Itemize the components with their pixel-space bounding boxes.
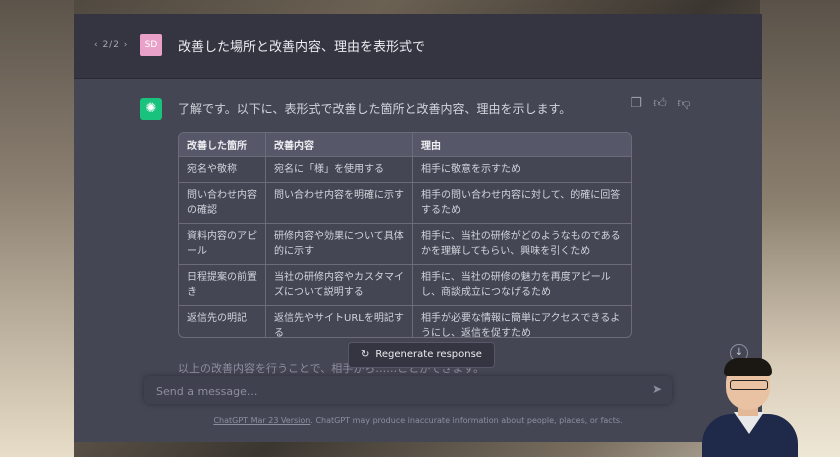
- presenter-glasses: [730, 380, 768, 390]
- presenter-hair: [724, 358, 772, 376]
- table-cell: 問い合わせ内容の確認: [179, 182, 266, 224]
- message-actions: ❐ 👍︎ 👎︎: [628, 96, 692, 111]
- table-cell: 問い合わせ内容を明確に示す: [265, 182, 413, 224]
- improvement-table: 改善した箇所 改善内容 理由 宛名や敬称 宛名に「様」を使用する 相手に敬意を示…: [178, 132, 632, 338]
- message-input[interactable]: [154, 380, 638, 402]
- table-cell: 返信先の明記: [179, 305, 266, 337]
- presenter-webcam: [694, 352, 800, 457]
- table-cell: 返信先やサイトURLを明記する: [265, 305, 413, 337]
- table-header-row: 改善した箇所 改善内容 理由: [179, 133, 631, 157]
- table-header: 理由: [412, 133, 631, 157]
- table-row: 日程提案の前置き 当社の研修内容やカスタマイズについて説明する 相手に、当社の研…: [179, 264, 631, 306]
- table-cell: 当社の研修内容やカスタマイズについて説明する: [265, 264, 413, 306]
- table-row: 返信先の明記 返信先やサイトURLを明記する 相手が必要な情報に簡単にアクセスで…: [179, 305, 631, 337]
- message-composer: ➤: [144, 376, 672, 404]
- clipboard-icon[interactable]: ❐: [628, 96, 644, 111]
- table-row: 宛名や敬称 宛名に「様」を使用する 相手に敬意を示すため: [179, 156, 631, 183]
- table-header: 改善内容: [265, 133, 413, 157]
- user-message: 改善した場所と改善内容、理由を表形式で: [178, 40, 426, 55]
- table-cell: 日程提案の前置き: [179, 264, 266, 306]
- table-cell: 相手が必要な情報に簡単にアクセスできるようにし、返信を促すため: [412, 305, 631, 337]
- table-header: 改善した箇所: [179, 133, 266, 157]
- footer-text: . ChatGPT may produce inaccurate informa…: [310, 416, 623, 425]
- assistant-intro: 了解です。以下に、表形式で改善した箇所と改善内容、理由を示します。: [178, 102, 572, 116]
- table-row: 問い合わせ内容の確認 問い合わせ内容を明確に示す 相手の問い合わせ内容に対して、…: [179, 182, 631, 224]
- version-link[interactable]: ChatGPT Mar 23 Version: [213, 416, 310, 425]
- user-message-row: ‹ 2/2 › SD 改善した場所と改善内容、理由を表形式で: [74, 14, 762, 79]
- refresh-icon: ↻: [361, 349, 370, 360]
- table-row: 資料内容のアピール 研修内容や効果について具体的に示す 相手に、当社の研修がどの…: [179, 223, 631, 265]
- table-cell: 相手に、当社の研修がどのようなものであるかを理解してもらい、興味を引くため: [412, 223, 631, 265]
- thumbs-up-icon[interactable]: 👍︎: [652, 96, 668, 111]
- table-cell: 研修内容や効果について具体的に示す: [265, 223, 413, 265]
- table-cell: 宛名に「様」を使用する: [265, 156, 413, 183]
- regenerate-button[interactable]: ↻ Regenerate response: [348, 342, 495, 368]
- footer-disclaimer: ChatGPT Mar 23 Version. ChatGPT may prod…: [74, 416, 762, 425]
- table-cell: 相手に敬意を示すため: [412, 156, 631, 183]
- user-avatar: SD: [140, 34, 162, 56]
- background-left: [0, 0, 74, 457]
- table-cell: 相手の問い合わせ内容に対して、的確に回答するため: [412, 182, 631, 224]
- response-pager[interactable]: ‹ 2/2 ›: [94, 40, 128, 50]
- assistant-message-row: ✺ 了解です。以下に、表形式で改善した箇所と改善内容、理由を示します。 ❐ 👍︎…: [74, 78, 762, 375]
- send-icon[interactable]: ➤: [652, 382, 662, 396]
- table-cell: 資料内容のアピール: [179, 223, 266, 265]
- table-cell: 相手に、当社の研修の魅力を再度アピールし、商談成立につなげるため: [412, 264, 631, 306]
- chat-window: ‹ 2/2 › SD 改善した場所と改善内容、理由を表形式で ✺ 了解です。以下…: [74, 14, 762, 442]
- chatgpt-logo-icon: ✺: [140, 98, 162, 120]
- regenerate-label: Regenerate response: [375, 349, 482, 360]
- thumbs-down-icon[interactable]: 👎︎: [676, 96, 692, 111]
- table-cell: 宛名や敬称: [179, 156, 266, 183]
